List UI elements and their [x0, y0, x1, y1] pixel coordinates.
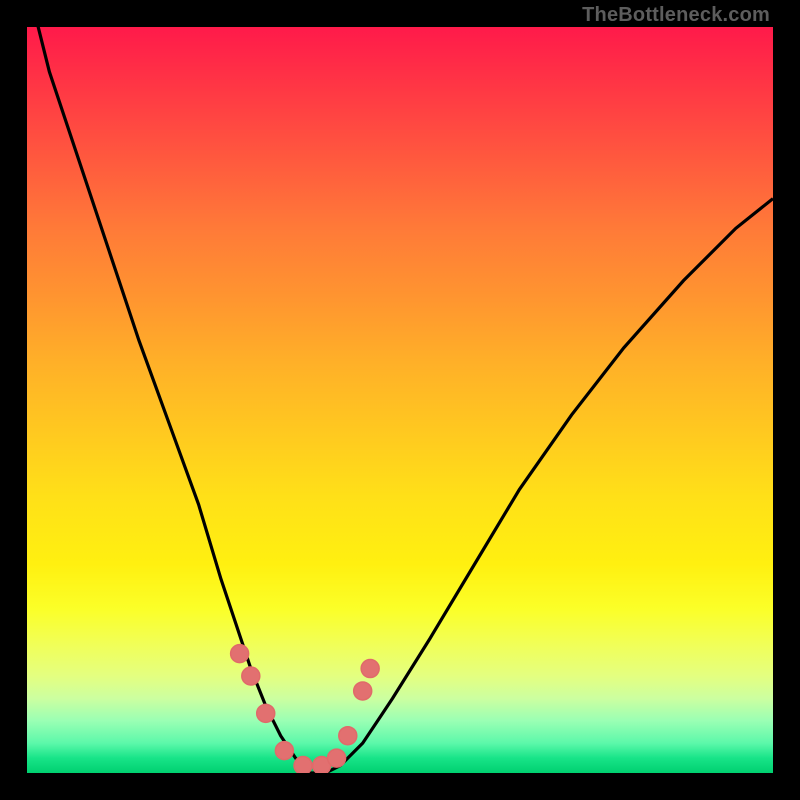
plot-area	[27, 27, 773, 773]
curve-marker	[361, 660, 379, 678]
curve-marker	[231, 645, 249, 663]
curve-marker	[354, 682, 372, 700]
curve-markers	[27, 27, 773, 773]
curve-marker	[339, 727, 357, 745]
curve-marker	[257, 704, 275, 722]
chart-frame: TheBottleneck.com	[0, 0, 800, 800]
curve-marker	[328, 749, 346, 767]
curve-marker	[275, 742, 293, 760]
watermark-text: TheBottleneck.com	[582, 4, 770, 27]
curve-marker	[242, 667, 260, 685]
curve-marker	[294, 757, 312, 773]
